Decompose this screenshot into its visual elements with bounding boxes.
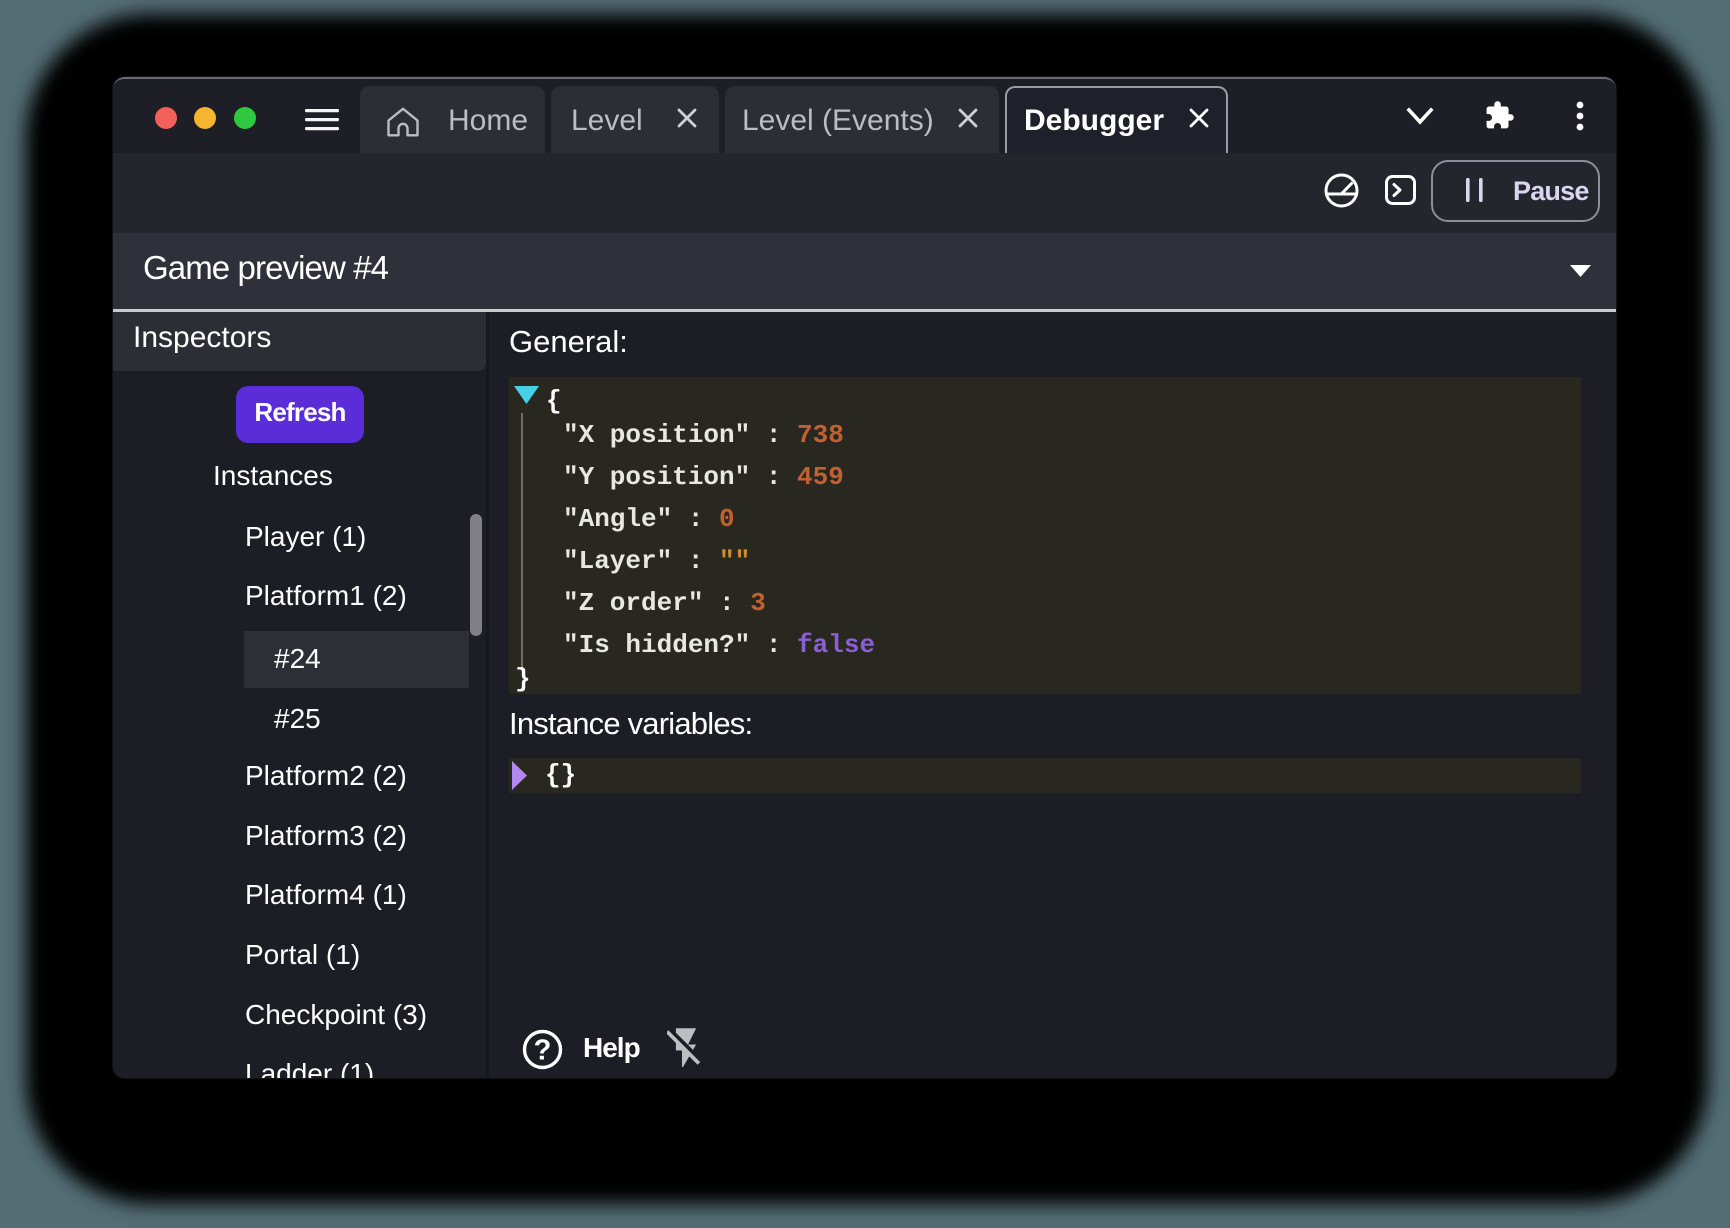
svg-text:?: ? xyxy=(534,1035,552,1067)
